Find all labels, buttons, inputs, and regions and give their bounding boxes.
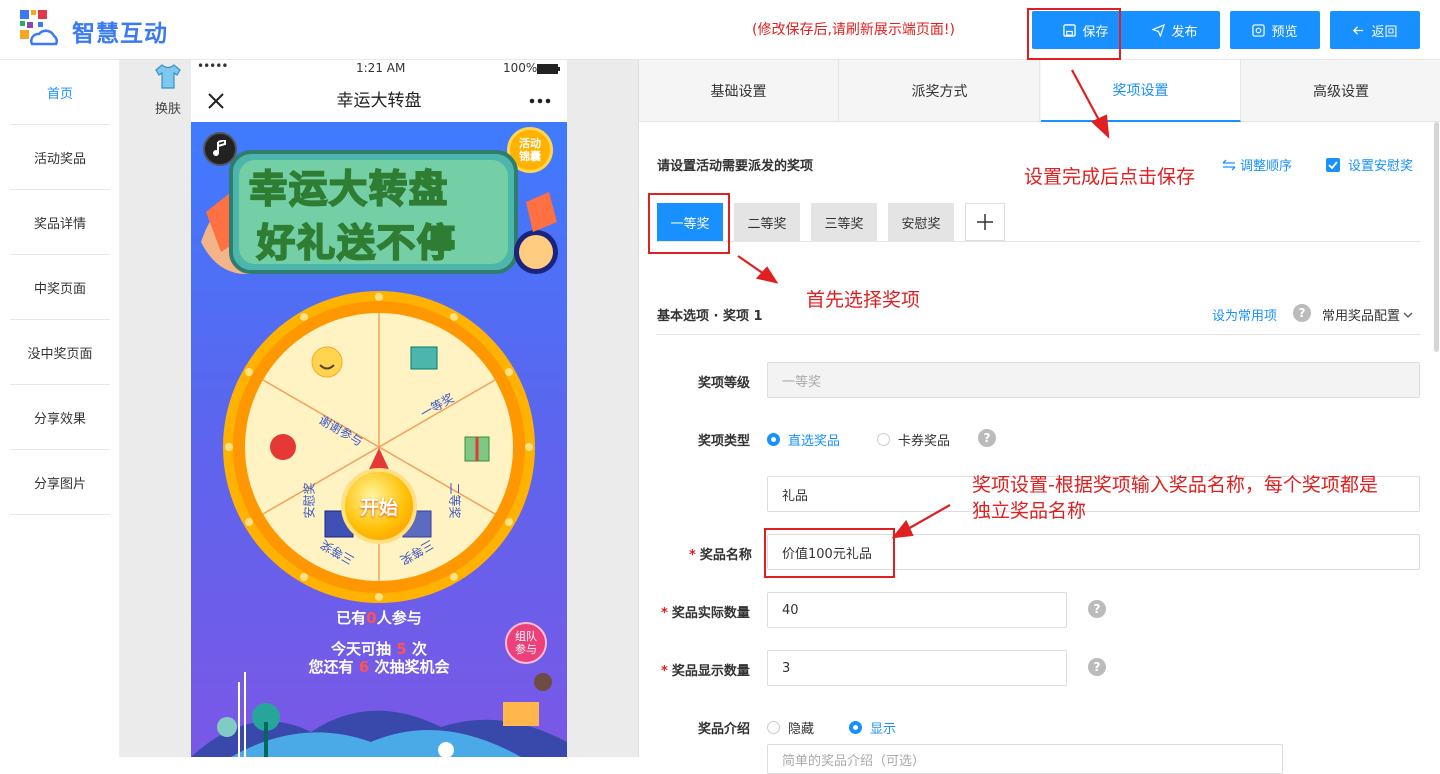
type-label: 奖项类型 [698,434,751,449]
sidebar-item-lose-page[interactable]: 没中奖页面 [10,320,110,385]
sidebar: 首页 活动奖品 奖品详情 中奖页面 没中奖页面 分享效果 分享图片 [0,60,120,757]
back-label: 返回 [1371,24,1398,40]
radio-on-icon [849,721,862,734]
display-qty-input[interactable]: 3 [767,650,1067,686]
sidebar-item-home[interactable]: 首页 [10,60,110,125]
sidebar-item-share-image[interactable]: 分享图片 [10,450,110,515]
participants-text: 已有0人参与 [336,609,422,627]
plus-icon [977,214,993,230]
display-qty-label: * 奖品显示数量 [661,664,750,679]
help-icon[interactable]: ? [1088,600,1106,618]
sidebar-item-prize-detail[interactable]: 奖品详情 [10,190,110,255]
logo-text: 智慧互动 [72,21,168,47]
refresh-notice: (修改保存后,请刷新展示端页面!) [752,22,955,38]
preview-icon [1252,23,1266,37]
help-icon[interactable]: ? [1293,304,1311,322]
phone-preview: ••••• 1:21 AM 100% 幸运大转盘 活动锦囊 幸运大转盘 好礼送不… [191,60,567,757]
scrollbar[interactable] [1434,122,1439,352]
intro-label: 奖品介绍 [698,722,751,737]
section-title: 请设置活动需要派发的奖项 [657,159,814,174]
adjust-order-link[interactable]: 调整顺序 [1222,155,1292,174]
top-header: 智慧互动 (修改保存后,请刷新展示端页面!) 保存 发布 预览 返回 [0,0,1440,60]
annotation-select-hint: 首先选择奖项 [806,289,921,311]
more-icon[interactable] [529,98,551,104]
phone-nav-title: 幸运大转盘 [336,91,422,111]
type-radio-direct[interactable]: 直选奖品 [767,430,840,449]
intro-radio-show[interactable]: 显示 [849,718,896,737]
intro-textarea[interactable]: 简单的奖品介绍（可选） [767,744,1283,774]
bottom-scenery [191,672,567,757]
wheel-segment-label: 二等奖 [447,482,462,519]
prize-tab-highlight-box [648,193,730,254]
intro-radio-hide[interactable]: 隐藏 [767,718,814,737]
sidebar-item-win-page[interactable]: 中奖页面 [10,255,110,320]
common-config-dropdown[interactable]: 常用奖品配置 [1322,305,1413,324]
send-icon [1152,23,1166,37]
prize-name-label: * 奖品名称 [689,548,752,563]
phone-status-bar: ••••• 1:21 AM 100% [191,60,567,78]
sidebar-item-prizes[interactable]: 活动奖品 [10,125,110,190]
actual-qty-input[interactable]: 40 [767,592,1067,628]
back-button[interactable]: 返回 [1330,11,1420,49]
lottery-page: 活动锦囊 幸运大转盘 好礼送不停 一等奖 二等奖 三等奖 三等奖 安慰奖 谢谢参… [191,122,567,757]
set-common-link[interactable]: 设为常用项 [1212,305,1277,324]
wheel-segment-label: 安慰奖 [302,482,317,519]
signal-dots: ••••• [197,60,228,73]
tab-basic[interactable]: 基础设置 [639,60,839,122]
settings-tabs: 基础设置 派奖方式 奖项设置 高级设置 [639,60,1440,122]
skin-button[interactable]: 换肤 [150,62,186,117]
prize-level-field: 一等奖 [767,362,1420,398]
prize-tab-second[interactable]: 二等奖 [734,203,800,241]
start-button[interactable]: 开始 [341,468,417,544]
arrow-left-icon [1353,25,1364,35]
prize-wheel [223,291,535,603]
save-highlight-box [1027,8,1121,60]
consolation-checkbox[interactable]: 设置安慰奖 [1326,155,1413,174]
radio-off-icon [767,721,780,734]
radio-on-icon [767,433,780,446]
annotation-save-hint: 设置完成后点击保存 [1024,166,1196,188]
status-time: 1:21 AM [356,61,406,75]
banner-title-line2: 好礼送不停 [256,220,458,266]
logo-icon [20,10,58,46]
help-icon[interactable]: ? [978,429,996,447]
radio-off-icon [877,433,890,446]
basic-options-title: 基本选项 · 奖项 1 [657,309,763,324]
tab-prize-settings[interactable]: 奖项设置 [1041,60,1241,122]
chevron-down-icon [1403,312,1413,318]
annotation-name-hint-line2: 独立奖品名称 [972,500,1087,522]
divider [657,334,1420,335]
type-radio-coupon[interactable]: 卡券奖品 [877,430,950,449]
tab-advanced[interactable]: 高级设置 [1241,60,1440,122]
publish-button[interactable]: 发布 [1130,11,1220,49]
preview-label: 预览 [1271,24,1298,40]
sidebar-item-share-effect[interactable]: 分享效果 [10,385,110,450]
checkbox-checked-icon [1326,157,1340,172]
battery-level: 100% [503,61,538,75]
banner-title-line1: 幸运大转盘 [248,166,450,212]
actual-qty-label: * 奖品实际数量 [661,606,750,621]
prize-tab-third[interactable]: 三等奖 [811,203,877,241]
publish-label: 发布 [1171,24,1198,40]
tshirt-icon [155,64,181,89]
phone-nav-bar: 幸运大转盘 [191,78,567,122]
skin-label: 换肤 [154,102,181,117]
battery-icon [537,64,560,74]
help-icon[interactable]: ? [1088,658,1106,676]
prize-name-highlight-box [764,528,895,578]
divider [657,241,1420,242]
add-prize-button[interactable] [965,203,1005,241]
prize-tab-consolation[interactable]: 安慰奖 [888,203,954,241]
preview-button[interactable]: 预览 [1230,11,1320,49]
team-join-badge[interactable]: 组队参与 [505,622,547,664]
level-label: 奖项等级 [698,376,751,391]
swap-icon [1222,159,1236,170]
annotation-name-hint-line1: 奖项设置-根据奖项输入奖品名称，每个奖项都是 [972,474,1378,496]
tab-delivery[interactable]: 派奖方式 [840,60,1040,122]
